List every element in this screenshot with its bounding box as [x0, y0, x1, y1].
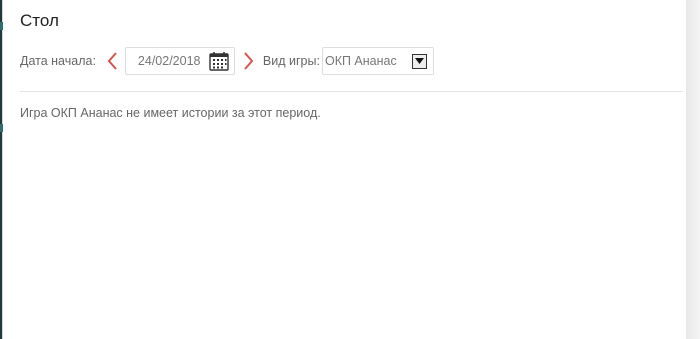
prev-date-button[interactable] — [102, 49, 122, 73]
chevron-left-icon — [107, 52, 117, 70]
filter-toolbar: Дата начала: 24/02/2018 Вид игры: ОКП Ан… — [20, 46, 434, 76]
start-date-value[interactable]: 24/02/2018 — [138, 54, 201, 68]
chevron-right-icon — [244, 52, 254, 70]
start-date-label: Дата начала: — [20, 54, 96, 68]
page-title: Стол — [20, 11, 59, 30]
next-date-button[interactable] — [239, 49, 259, 73]
window-left-edge — [0, 0, 7, 339]
window-right-edge — [684, 0, 700, 339]
edge-marker — [0, 22, 3, 30]
game-type-label: Вид игры: — [262, 54, 320, 68]
game-type-select[interactable]: ОКП Ананас — [321, 47, 434, 75]
game-type-selected-value[interactable]: ОКП Ананас — [325, 54, 397, 68]
empty-history-message: Игра ОКП Ананас не имеет истории за этот… — [20, 106, 321, 120]
start-date-field[interactable]: 24/02/2018 — [124, 47, 235, 75]
chevron-down-icon[interactable] — [411, 53, 427, 69]
divider — [20, 91, 683, 92]
edge-marker — [0, 124, 3, 132]
calendar-icon[interactable] — [208, 50, 230, 72]
